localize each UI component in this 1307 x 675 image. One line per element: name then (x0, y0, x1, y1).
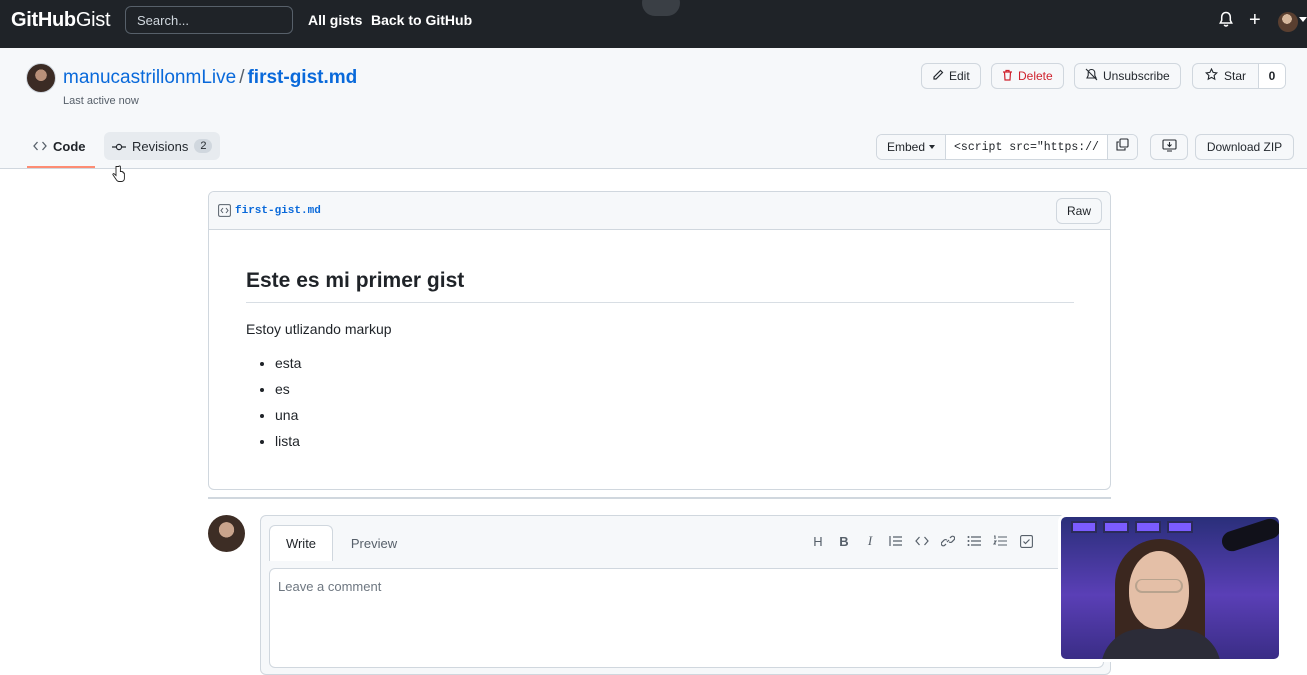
tab-preview[interactable]: Preview (339, 525, 409, 561)
light-panel (1167, 521, 1193, 533)
gist-title: manucastrillonmLive / first-gist.md (63, 67, 357, 89)
copy-icon (1116, 138, 1129, 156)
list-item: es (275, 379, 1074, 405)
active-tab-indicator (27, 166, 95, 168)
italic-button[interactable]: I (861, 532, 879, 550)
markdown-list: esta es una lista (246, 353, 1074, 457)
desktop-download-icon (1161, 139, 1177, 155)
delete-label: Delete (1018, 69, 1053, 83)
light-panel (1135, 521, 1161, 533)
star-icon (1204, 67, 1219, 84)
quote-icon[interactable] (887, 532, 905, 550)
heading-button[interactable]: H (809, 532, 827, 550)
copy-button[interactable] (1107, 135, 1138, 159)
unsubscribe-label: Unsubscribe (1103, 69, 1170, 83)
timeline-divider (208, 497, 1111, 499)
list-item: una (275, 405, 1074, 431)
embed-control: Embed (876, 134, 1139, 160)
comment-composer: Write Preview H B I (260, 515, 1111, 675)
list-item: esta (275, 353, 1074, 379)
markdown-body: Este es mi primer gist Estoy utlizando m… (246, 269, 1074, 457)
embed-code-field[interactable] (946, 135, 1108, 159)
tab-revisions[interactable]: Revisions 2 (104, 132, 221, 160)
hand-cursor-icon (112, 165, 126, 188)
bold-button[interactable]: B (835, 532, 853, 550)
raw-button[interactable]: Raw (1056, 198, 1102, 224)
star-label: Star (1224, 69, 1247, 83)
tab-code[interactable]: Code (27, 132, 92, 160)
last-active-text: Last active now (63, 95, 139, 107)
embed-label: Embed (887, 140, 926, 154)
open-desktop-button[interactable] (1150, 134, 1188, 160)
github-gist-logo[interactable]: GitHubGist (11, 9, 111, 32)
light-panel (1071, 521, 1097, 533)
file-code-icon (218, 204, 231, 222)
file-name-link[interactable]: first-gist.md (235, 205, 321, 217)
caret-down-icon (929, 145, 936, 149)
user-avatar[interactable] (1278, 12, 1298, 32)
bell-icon[interactable] (1218, 11, 1234, 33)
markdown-paragraph: Estoy utlizando markup (246, 321, 392, 337)
file-header: first-gist.md Raw (209, 192, 1110, 230)
task-list-icon[interactable] (1017, 532, 1035, 550)
commit-icon (112, 139, 126, 154)
owner-avatar[interactable] (26, 63, 56, 93)
markdown-toolbar: H B I (809, 532, 1035, 550)
file-box: first-gist.md Raw Este es mi primer gist… (208, 191, 1111, 490)
embed-dropdown-button[interactable]: Embed (877, 135, 947, 159)
markdown-heading: Este es mi primer gist (246, 269, 1074, 303)
light-panel (1103, 521, 1129, 533)
code-icon[interactable] (913, 532, 931, 550)
presenter-glasses (1135, 579, 1183, 593)
star-count: 0 (1259, 64, 1286, 88)
revisions-count-badge: 2 (194, 139, 213, 153)
download-zip-button[interactable]: Download ZIP (1195, 134, 1294, 160)
delete-button[interactable]: Delete (991, 63, 1064, 89)
pencil-icon (932, 69, 944, 84)
bell-slash-icon (1085, 68, 1098, 84)
ordered-list-icon[interactable] (991, 532, 1009, 550)
commenter-avatar[interactable] (208, 515, 245, 552)
trash-icon (1002, 69, 1013, 84)
edit-label: Edit (949, 69, 970, 83)
all-gists-link[interactable]: All gists (308, 12, 362, 28)
title-separator: / (239, 67, 245, 88)
link-icon[interactable] (939, 532, 957, 550)
unsubscribe-button[interactable]: Unsubscribe (1074, 63, 1181, 89)
back-to-github-link[interactable]: Back to GitHub (371, 12, 472, 28)
chevron-down-icon[interactable] (1299, 17, 1307, 22)
search-input[interactable] (125, 6, 293, 34)
unordered-list-icon[interactable] (965, 532, 983, 550)
star-control: Star 0 (1192, 63, 1287, 89)
comment-textarea[interactable] (269, 568, 1104, 668)
webcam-overlay (1058, 514, 1282, 662)
tab-write[interactable]: Write (269, 525, 333, 561)
global-header: GitHubGist All gists Back to GitHub + (0, 0, 1307, 48)
gist-header: manucastrillonmLive / first-gist.md Last a… (0, 48, 1307, 169)
ring-light (1219, 517, 1279, 554)
edit-button[interactable]: Edit (921, 63, 981, 89)
tab-revisions-label: Revisions (132, 138, 189, 154)
plus-icon[interactable]: + (1249, 9, 1261, 32)
star-button[interactable]: Star (1193, 64, 1260, 88)
list-item: lista (275, 431, 1074, 457)
gist-file-link[interactable]: first-gist.md (247, 67, 357, 88)
code-icon (33, 139, 47, 154)
tab-code-label: Code (53, 138, 86, 154)
floating-control (642, 0, 680, 16)
owner-link[interactable]: manucastrillonmLive (63, 67, 236, 88)
